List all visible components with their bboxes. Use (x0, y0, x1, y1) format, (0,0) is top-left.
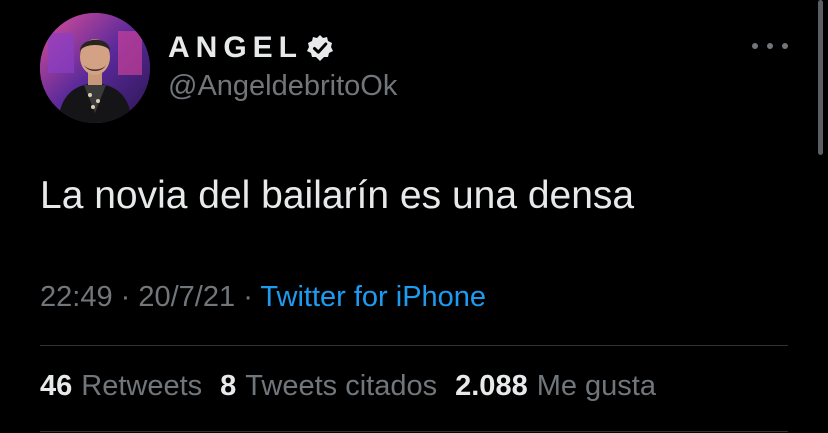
more-horizontal-icon (767, 43, 773, 49)
user-handle[interactable]: @AngeldebritoOk (168, 70, 397, 103)
tweet-text: La novia del bailarín es una densa (40, 174, 635, 217)
divider (40, 345, 788, 346)
retweets-stat[interactable]: 46 Retweets (40, 370, 202, 403)
divider (40, 431, 788, 432)
verified-badge-icon (305, 33, 335, 63)
likes-label: Me gusta (536, 370, 656, 402)
retweets-count: 46 (40, 370, 73, 402)
retweets-label: Retweets (81, 370, 203, 402)
tweet-detail: ANGEL @AngeldebritoOk La novia del baila… (0, 0, 828, 433)
scrollbar[interactable] (818, 0, 823, 155)
avatar[interactable] (40, 13, 150, 123)
quote-tweets-count: 8 (220, 370, 237, 402)
likes-count: 2.088 (455, 370, 528, 402)
more-horizontal-icon (782, 43, 788, 49)
tweet-time[interactable]: 22:49 (40, 281, 113, 313)
quote-tweets-stat[interactable]: 8 Tweets citados (220, 370, 437, 403)
display-name[interactable]: ANGEL (168, 31, 303, 65)
more-options-button[interactable] (752, 34, 788, 58)
avatar-photo (40, 13, 150, 123)
more-horizontal-icon (752, 43, 758, 49)
tweet-date[interactable]: 20/7/21 (138, 281, 235, 313)
meta-separator: · (120, 281, 139, 313)
tweet-source-link[interactable]: Twitter for iPhone (260, 281, 486, 313)
likes-stat[interactable]: 2.088 Me gusta (455, 370, 656, 403)
quote-tweets-label: Tweets citados (245, 370, 438, 402)
display-name-row[interactable]: ANGEL (168, 28, 335, 68)
tweet-meta: 22:49 · 20/7/21 · Twitter for iPhone (40, 281, 486, 314)
tweet-stats: 46 Retweets 8 Tweets citados 2.088 Me gusta (40, 370, 674, 403)
meta-separator: · (243, 281, 261, 313)
